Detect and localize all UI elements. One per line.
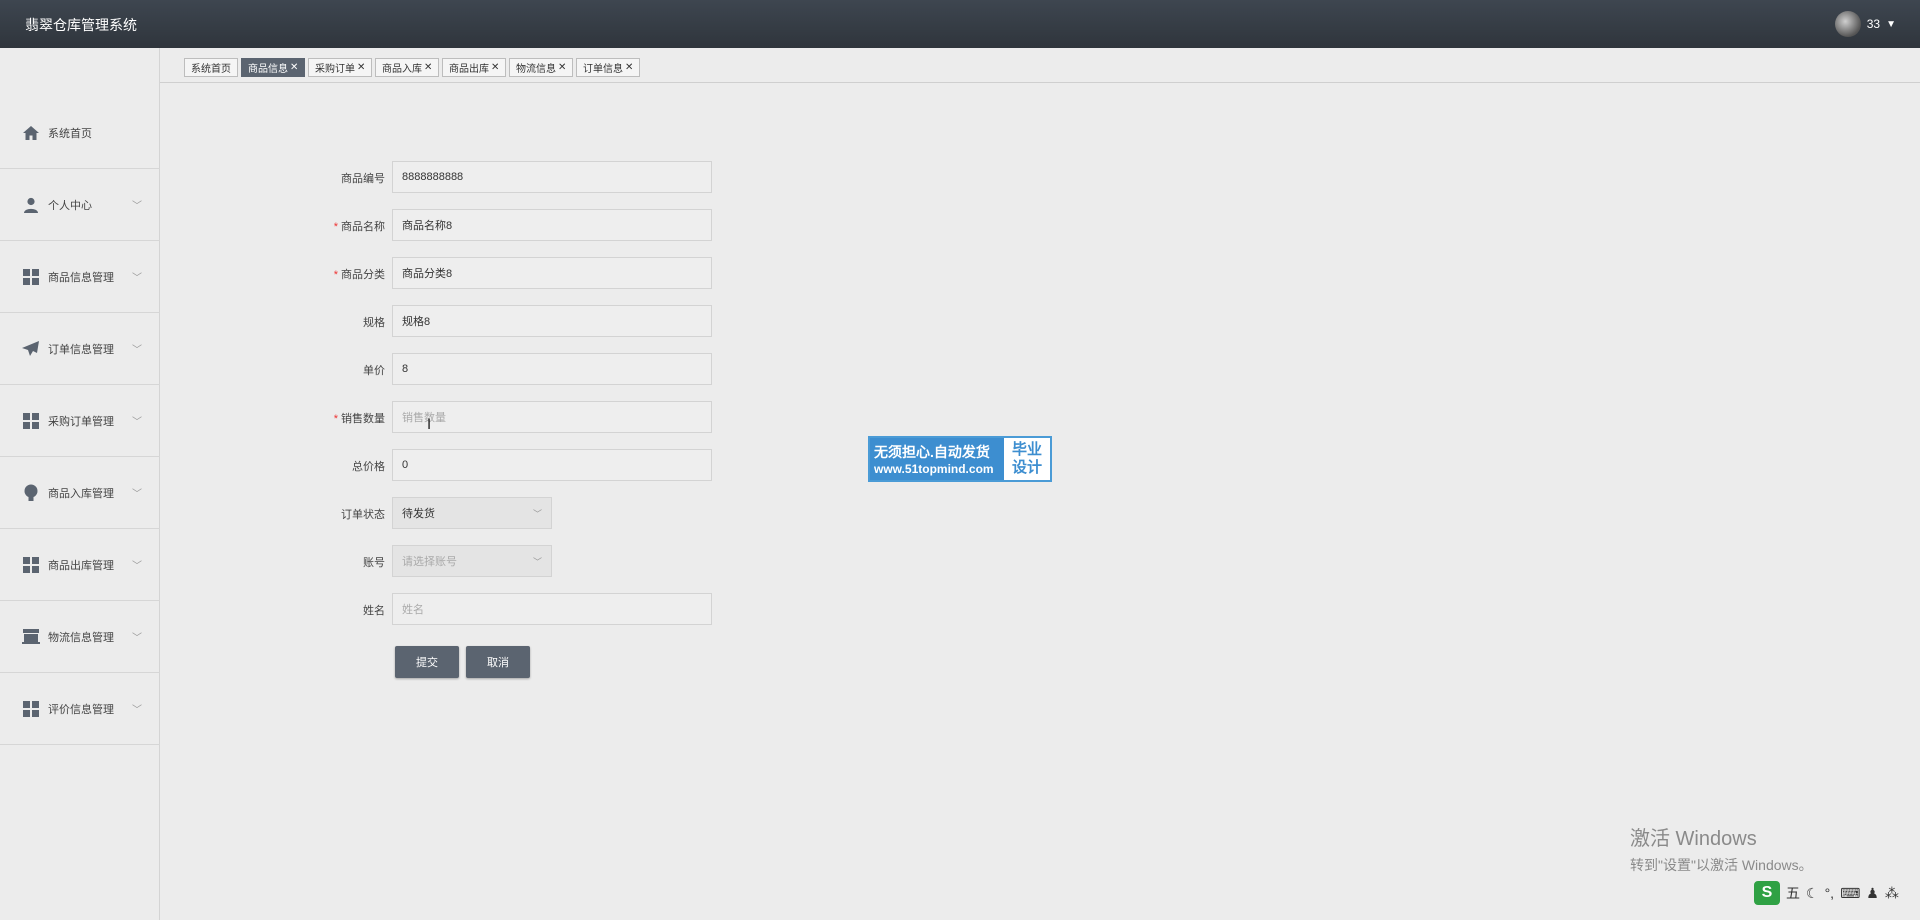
sogou-logo-icon[interactable]: S [1754, 881, 1780, 905]
chevron-down-icon: ﹀ [132, 633, 142, 644]
tab-bar: 系统首页 商品信息 ✕ 采购订单 ✕ 商品入库 ✕ 商品出库 ✕ 物流信息 ✕ 订单信息 ✕ [160, 48, 1920, 83]
tab-home[interactable]: 系统首页 [184, 58, 238, 77]
ime-toolbar: S 五 ☾ °, ⌨ ♟ ⁂ [1754, 880, 1920, 906]
sales-qty-input[interactable]: 销售数量 [392, 401, 712, 433]
order-status-value: 待发货 [402, 508, 435, 520]
tab-stock-in[interactable]: 商品入库 ✕ [375, 58, 440, 77]
row-sales-qty: * 销售数量 销售数量 [0, 401, 720, 435]
tab-stock-out[interactable]: 商品出库 ✕ [442, 58, 507, 77]
name-label: 姓名 [363, 605, 385, 617]
product-name-label: 商品名称 [341, 221, 385, 233]
order-status-select[interactable]: 待发货 ﹀ [392, 497, 552, 529]
chevron-down-icon: ﹀ [532, 508, 542, 519]
row-product-name: * 商品名称 商品名称8 [0, 209, 720, 243]
unit-price-label: 单价 [363, 365, 385, 377]
tab-purchase-order[interactable]: 采购订单 ✕ [308, 58, 373, 77]
chevron-down-icon: ﹀ [132, 705, 142, 716]
order-status-label: 订单状态 [341, 509, 385, 521]
sidebar-item-home[interactable]: 系统首页 [0, 97, 160, 169]
punctuation-icon[interactable]: °, [1825, 885, 1835, 901]
total-price-label: 总价格 [352, 461, 385, 473]
row-name: 姓名 姓名 [0, 593, 720, 627]
submit-button[interactable]: 提交 [395, 646, 459, 678]
required-mark: * [333, 269, 338, 281]
windows-activation-watermark: 激活 Windows 转到"设置"以激活 Windows。 [1630, 828, 1813, 873]
product-no-label: 商品编号 [341, 173, 385, 185]
account-select[interactable]: 请选择账号 ﹀ [392, 545, 552, 577]
category-input[interactable]: 商品分类8 [392, 257, 712, 289]
username[interactable]: 33 [1867, 17, 1880, 31]
user-menu[interactable]: 33 ▼ [1834, 11, 1896, 37]
required-mark: * [333, 221, 338, 233]
required-mark: * [333, 413, 338, 425]
close-icon[interactable]: ✕ [290, 62, 298, 73]
sales-qty-label: 销售数量 [341, 413, 385, 425]
tab-product-info[interactable]: 商品信息 ✕ [241, 58, 306, 77]
account-label: 账号 [363, 557, 385, 569]
row-account: 账号 请选择账号 ﹀ [0, 545, 720, 579]
row-unit-price: 单价 8 [0, 353, 720, 387]
home-icon [22, 124, 40, 142]
unit-price-input[interactable]: 8 [392, 353, 712, 385]
product-no-input[interactable]: 8888888888 [392, 161, 712, 193]
close-icon[interactable]: ✕ [424, 62, 432, 73]
tab-logistics[interactable]: 物流信息 ✕ [509, 58, 574, 77]
row-product-no: 商品编号 8888888888 [0, 161, 720, 195]
product-name-input[interactable]: 商品名称8 [392, 209, 712, 241]
sidebar-item-reviews[interactable]: 评价信息管理 ﹀ [0, 673, 160, 745]
row-spec: 规格 规格8 [0, 305, 720, 339]
top-bar: 翡翠仓库管理系统 33 ▼ [0, 0, 1920, 48]
user-icon[interactable]: ♟ [1866, 885, 1879, 902]
store-icon [22, 628, 40, 646]
apps-icon[interactable]: ⁂ [1885, 885, 1899, 902]
moon-icon[interactable]: ☾ [1806, 885, 1819, 902]
close-icon[interactable]: ✕ [558, 62, 566, 73]
close-icon[interactable]: ✕ [491, 62, 499, 73]
ad-watermark: 无须担心.自动发货 www.51topmind.com 毕业 设计 [868, 436, 1052, 482]
keyboard-icon[interactable]: ⌨ [1840, 885, 1860, 902]
chevron-down-icon: ﹀ [532, 556, 542, 567]
account-placeholder: 请选择账号 [402, 556, 457, 568]
row-category: * 商品分类 商品分类8 [0, 257, 720, 291]
app-title: 翡翠仓库管理系统 [25, 17, 137, 33]
spec-label: 规格 [363, 317, 385, 329]
category-label: 商品分类 [341, 269, 385, 281]
avatar[interactable] [1834, 11, 1861, 37]
row-total-price: 总价格 0 [0, 449, 720, 483]
grid-icon [22, 700, 40, 718]
name-input[interactable]: 姓名 [392, 593, 712, 625]
tab-order-info[interactable]: 订单信息 ✕ [576, 58, 641, 77]
ime-mode[interactable]: 五 [1786, 883, 1800, 903]
cancel-button[interactable]: 取消 [466, 646, 530, 678]
text-cursor-icon: Ⅰ [427, 416, 432, 432]
close-icon[interactable]: ✕ [625, 62, 633, 73]
close-icon[interactable]: ✕ [357, 62, 365, 73]
total-price-input[interactable]: 0 [392, 449, 712, 481]
spec-input[interactable]: 规格8 [392, 305, 712, 337]
row-order-status: 订单状态 待发货 ﹀ [0, 497, 720, 531]
caret-down-icon[interactable]: ▼ [1886, 19, 1896, 30]
